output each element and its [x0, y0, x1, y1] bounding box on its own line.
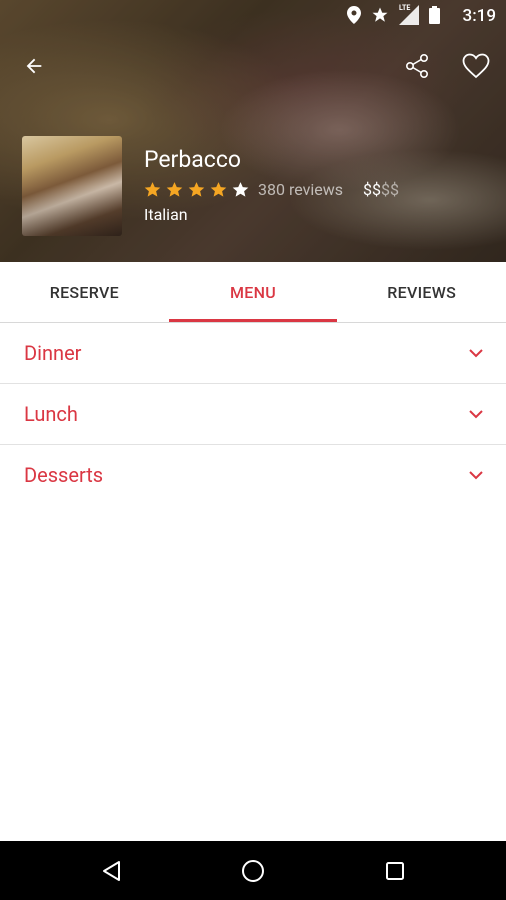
menu-section-list: Dinner Lunch Desserts — [0, 323, 506, 505]
nav-back-button[interactable] — [40, 841, 182, 900]
restaurant-photo[interactable] — [22, 136, 122, 236]
star-filled-icon — [144, 182, 161, 197]
star-filled-icon — [166, 182, 183, 197]
share-button[interactable] — [397, 46, 437, 86]
star-filled-icon — [188, 182, 205, 197]
menu-section-label: Dinner — [24, 341, 82, 365]
price-active: $$ — [363, 180, 381, 199]
chevron-down-icon — [469, 349, 483, 358]
menu-section-label: Desserts — [24, 463, 104, 487]
tab-bar: RESERVE MENU REVIEWS — [0, 262, 506, 323]
status-time: 3:19 — [462, 6, 496, 26]
battery-icon — [429, 6, 440, 24]
status-bar: LTE 3:19 — [0, 0, 506, 32]
chevron-down-icon — [469, 410, 483, 419]
location-icon — [347, 6, 361, 24]
nav-home-button[interactable] — [182, 841, 324, 900]
chevron-down-icon — [469, 471, 483, 480]
rating-row: 380 reviews $$$$ — [144, 180, 399, 199]
reviews-count[interactable]: 380 reviews — [258, 180, 343, 199]
signal-lte-icon: LTE — [399, 4, 419, 25]
restaurant-name: Perbacco — [144, 146, 241, 173]
back-button[interactable] — [14, 46, 54, 86]
favorite-button[interactable] — [456, 46, 496, 86]
menu-section-dinner[interactable]: Dinner — [0, 323, 506, 384]
menu-section-label: Lunch — [24, 402, 78, 426]
nav-home-icon — [242, 859, 264, 882]
cuisine-label: Italian — [144, 205, 188, 224]
price-inactive: $$ — [381, 180, 399, 199]
system-nav-bar — [0, 841, 506, 900]
price-level: $$$$ — [363, 180, 399, 199]
tab-menu[interactable]: MENU — [168, 262, 338, 322]
heart-icon — [462, 53, 490, 79]
share-icon — [405, 53, 428, 78]
star-status-icon — [372, 7, 388, 22]
nav-recents-icon — [386, 861, 404, 880]
menu-section-desserts[interactable]: Desserts — [0, 445, 506, 505]
nav-recents-button[interactable] — [324, 841, 466, 900]
back-arrow-icon — [26, 58, 42, 74]
star-filled-icon — [210, 182, 227, 197]
tab-reserve[interactable]: RESERVE — [0, 262, 169, 322]
star-empty-icon — [232, 182, 249, 197]
nav-back-icon — [103, 860, 120, 881]
menu-section-lunch[interactable]: Lunch — [0, 384, 506, 445]
tab-reviews[interactable]: REVIEWS — [337, 262, 506, 322]
